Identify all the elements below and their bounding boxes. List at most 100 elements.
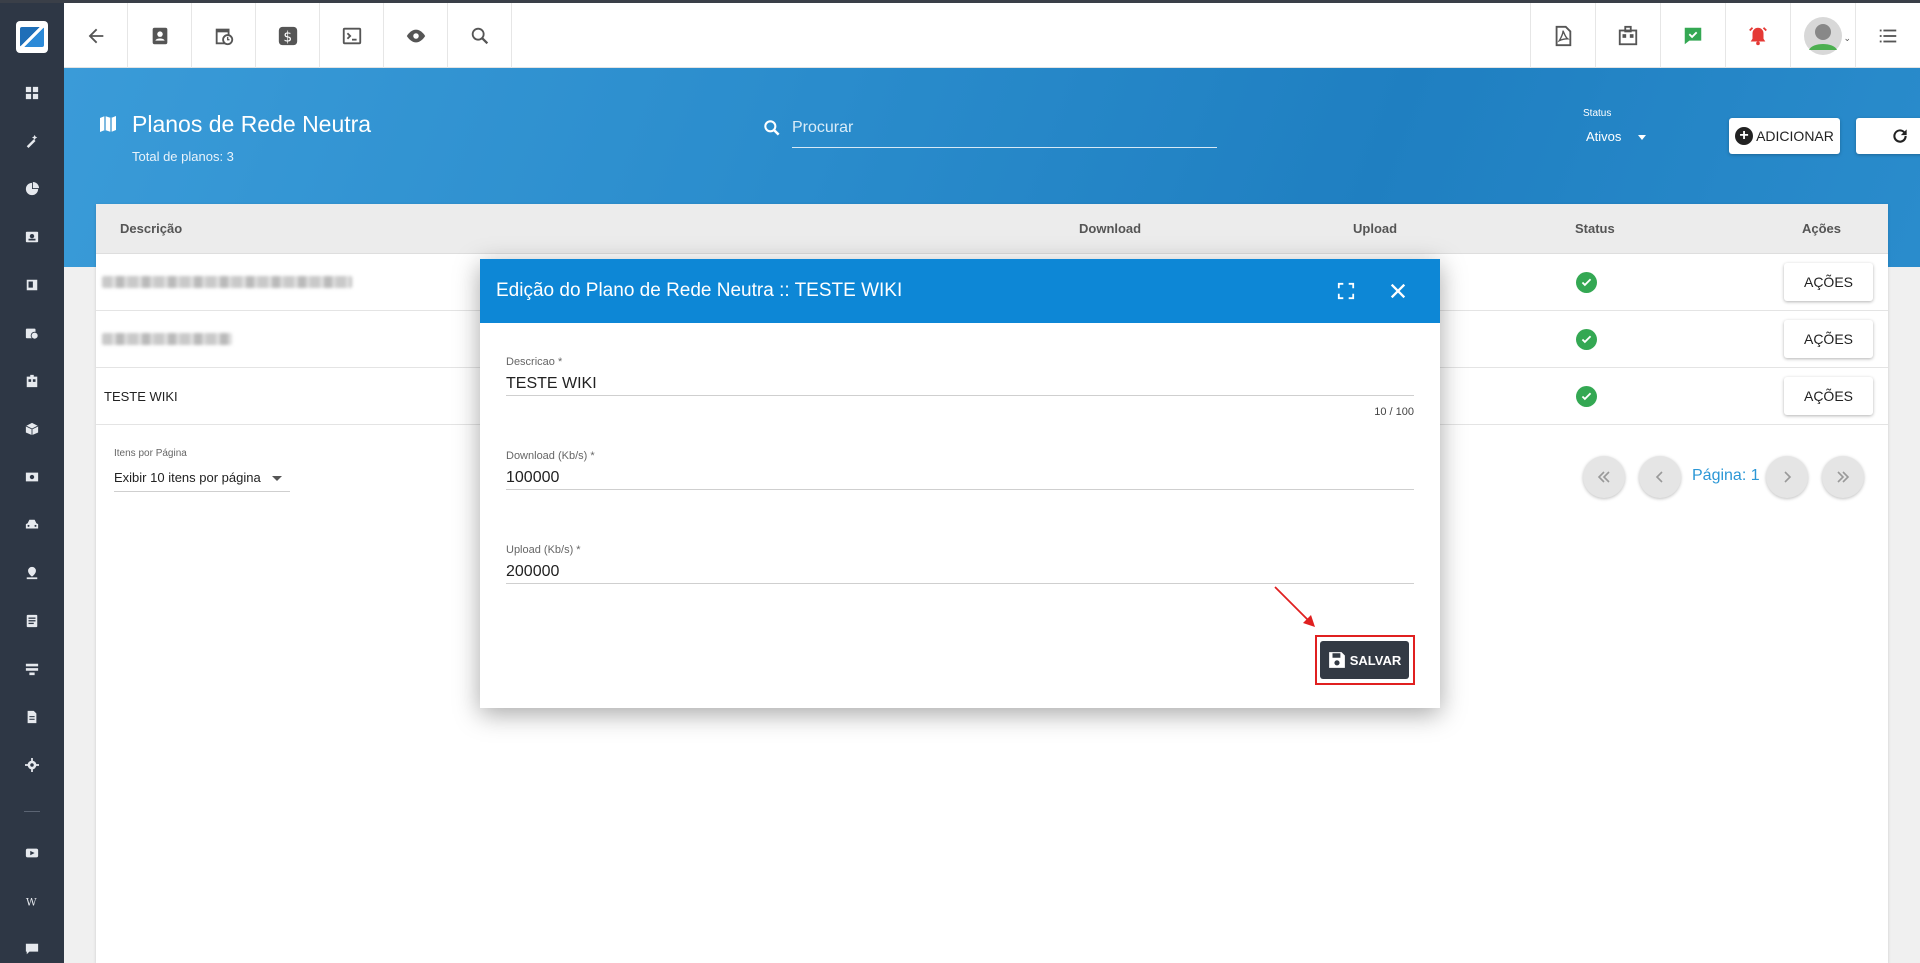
download-input[interactable] [506, 462, 1414, 490]
package-icon[interactable] [22, 419, 42, 439]
add-button-label: ADICIONAR [1756, 128, 1834, 144]
calendar-clock-icon[interactable] [22, 323, 42, 343]
pdf-icon[interactable] [1530, 3, 1595, 68]
money-icon[interactable] [22, 467, 42, 487]
terminal-icon[interactable] [320, 3, 384, 68]
upload-input[interactable] [506, 556, 1414, 584]
annotation-arrow [1274, 586, 1315, 627]
server-icon[interactable] [22, 659, 42, 679]
gear-icon[interactable] [22, 755, 42, 775]
calendar-clock-icon[interactable] [192, 3, 256, 68]
items-per-page-label: Itens por Página [114, 448, 187, 459]
current-page: Página: 1 [1692, 467, 1760, 484]
dashboard-icon[interactable] [22, 83, 42, 103]
page-title: Planos de Rede Neutra [132, 111, 372, 137]
floppy-disk-icon [1328, 652, 1345, 668]
list-menu-icon[interactable] [1855, 3, 1920, 68]
map-icon [100, 116, 116, 132]
search-icon [764, 120, 780, 136]
building-icon[interactable] [22, 371, 42, 391]
top-toolbar: $ ⌄ [64, 3, 1920, 68]
char-counter: 10 / 100 [1374, 406, 1414, 418]
fullscreen-icon[interactable] [1334, 279, 1358, 303]
location-icon[interactable] [22, 563, 42, 583]
alarm-bell-icon[interactable] [1725, 3, 1790, 68]
book-icon[interactable] [22, 275, 42, 295]
sidebar-divider [24, 811, 40, 812]
column-acoes: Ações [1802, 221, 1842, 236]
download-label: Download (Kb/s) * [506, 450, 595, 462]
actions-button[interactable]: AÇÕES [1784, 320, 1873, 358]
wand-icon[interactable] [22, 131, 42, 151]
status-filter-select[interactable]: Ativos [1586, 129, 1621, 144]
descricao-input[interactable] [506, 368, 1414, 396]
descricao-label: Descricao * [506, 356, 563, 368]
column-status[interactable]: Status [1575, 221, 1615, 236]
svg-text:W: W [26, 896, 37, 908]
actions-button[interactable]: AÇÕES [1784, 377, 1873, 415]
items-per-page-select[interactable]: Exibir 10 itens por página [114, 462, 290, 492]
status-filter-label: Status [1583, 108, 1612, 119]
eye-icon[interactable] [384, 3, 448, 68]
items-per-page-value: Exibir 10 itens por página [114, 470, 261, 485]
chevron-left-icon [1655, 471, 1663, 483]
pie-chart-icon[interactable] [22, 179, 42, 199]
document-icon[interactable] [22, 707, 42, 727]
double-chevron-right-icon [1837, 471, 1850, 483]
descricao-field: Descricao * 10 / 100 [506, 356, 1414, 418]
chat-check-icon[interactable] [1660, 3, 1725, 68]
caret-down-icon[interactable] [1638, 135, 1646, 140]
chevron-right-icon [1784, 471, 1792, 483]
back-arrow-icon[interactable] [64, 3, 128, 68]
download-field: Download (Kb/s) * [506, 450, 1414, 490]
close-icon[interactable] [1386, 279, 1410, 303]
upload-field: Upload (Kb/s) * [506, 544, 1414, 584]
video-icon[interactable] [22, 843, 42, 863]
edit-plan-dialog: Edição do Plano de Rede Neutra :: TESTE … [480, 259, 1440, 708]
avatar[interactable]: ⌄ [1790, 3, 1855, 68]
search-bar [762, 108, 1217, 148]
column-download[interactable]: Download [1079, 221, 1141, 236]
redacted-description [102, 276, 352, 288]
contact-card-icon[interactable] [128, 3, 192, 68]
dollar-icon[interactable]: $ [256, 3, 320, 68]
add-button[interactable]: + ADICIONAR [1729, 118, 1840, 154]
save-button-label: SALVAR [1349, 652, 1402, 668]
wiki-icon[interactable]: W [22, 891, 42, 911]
svg-text:$: $ [283, 29, 292, 45]
save-button[interactable]: SALVAR [1320, 641, 1409, 679]
row-description: TESTE WIKI [104, 389, 178, 404]
next-page-button[interactable] [1766, 456, 1808, 498]
column-descricao[interactable]: Descrição [120, 221, 182, 236]
search-icon[interactable] [448, 3, 512, 68]
table-header: Descrição Download Upload Status Ações [96, 204, 1888, 254]
sidebar: W [0, 3, 64, 963]
status-active-icon [1576, 386, 1597, 407]
plus-icon: + [1735, 127, 1754, 145]
upload-label: Upload (Kb/s) * [506, 544, 581, 556]
app-logo[interactable] [16, 21, 48, 53]
clipboard-icon[interactable] [22, 611, 42, 631]
first-page-button[interactable] [1583, 456, 1625, 498]
search-input[interactable] [792, 108, 1217, 148]
car-icon[interactable] [22, 515, 42, 535]
plan-count: Total de planos: 3 [132, 149, 234, 164]
actions-button[interactable]: AÇÕES [1784, 263, 1873, 301]
dialog-title: Edição do Plano de Rede Neutra :: TESTE … [496, 280, 903, 301]
chat-icon[interactable] [22, 939, 42, 959]
caret-down-icon [272, 476, 282, 481]
refresh-button[interactable] [1856, 118, 1920, 154]
contact-icon[interactable] [22, 227, 42, 247]
column-upload[interactable]: Upload [1353, 221, 1397, 236]
double-chevron-left-icon [1597, 471, 1610, 483]
dialog-header: Edição do Plano de Rede Neutra :: TESTE … [480, 259, 1440, 323]
last-page-button[interactable] [1822, 456, 1864, 498]
redacted-description [102, 333, 232, 345]
refresh-icon [1893, 129, 1907, 143]
chevron-down-icon[interactable]: ⌄ [1843, 33, 1851, 44]
status-active-icon [1576, 272, 1597, 293]
previous-page-button[interactable] [1639, 456, 1681, 498]
status-active-icon [1576, 329, 1597, 350]
calendar-building-icon[interactable] [1595, 3, 1660, 68]
logo-mark [20, 27, 44, 47]
